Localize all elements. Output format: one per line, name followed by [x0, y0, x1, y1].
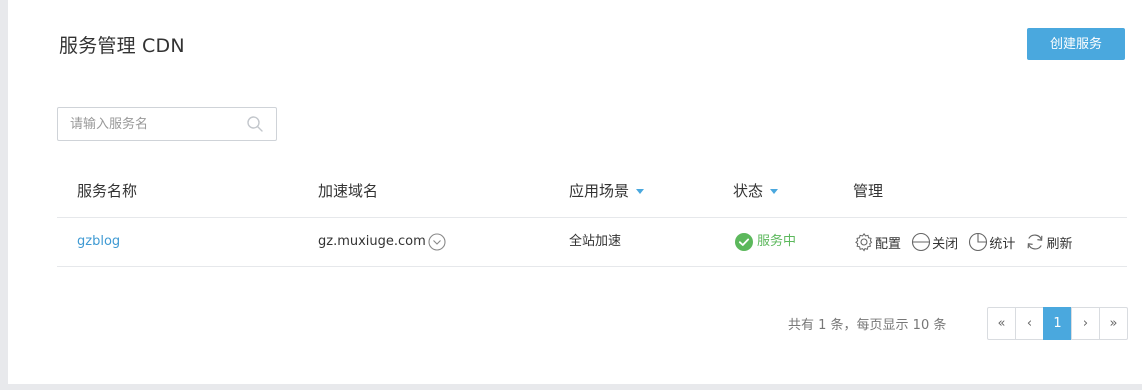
page-1-button[interactable]: 1 [1043, 307, 1072, 340]
column-header-manage: 管理 [853, 182, 884, 200]
first-page-button[interactable]: « [987, 307, 1016, 340]
minus-circle-icon [912, 232, 931, 252]
gear-icon [855, 232, 873, 252]
close-action[interactable]: 关闭 [911, 232, 958, 252]
main-panel: 服务管理 CDN 创建服务 服务名称 加速域名 应用场景 状态 管理 gzblo… [8, 0, 1142, 384]
pagination: « ‹ 1 › » [987, 307, 1128, 340]
status-badge: 服务中 [757, 234, 797, 249]
pagination-summary: 共有 1 条，每页显示 10 条 [788, 318, 947, 333]
column-header-status-filter[interactable]: 状态 [733, 180, 779, 201]
table-header-divider [57, 217, 1127, 218]
domain-text: gz.muxiuge.com [318, 234, 426, 249]
create-service-button[interactable]: 创建服务 [1027, 28, 1125, 60]
check-circle-icon [735, 232, 753, 251]
domain-cell: gz.muxiuge.com [318, 232, 446, 252]
caret-down-icon [770, 189, 779, 194]
column-header-domain: 加速域名 [318, 182, 379, 200]
refresh-icon [1028, 234, 1043, 250]
caret-down-icon [636, 189, 645, 194]
stats-action[interactable]: 统计 [968, 232, 1015, 252]
column-header-service-name: 服务名称 [77, 182, 138, 200]
last-page-button[interactable]: » [1099, 307, 1128, 340]
table-row-divider [57, 266, 1127, 267]
prev-page-button[interactable]: ‹ [1015, 307, 1044, 340]
column-header-scenario-filter[interactable]: 应用场景 [569, 180, 645, 201]
table-row: gzblog [77, 232, 120, 252]
next-page-button[interactable]: › [1071, 307, 1100, 340]
search-input[interactable] [58, 108, 250, 140]
service-name-link[interactable]: gzblog [77, 234, 120, 249]
pie-chart-icon [969, 232, 988, 252]
search-box [57, 107, 277, 141]
chevron-down-circle-icon[interactable] [428, 232, 446, 251]
refresh-action[interactable]: 刷新 [1025, 232, 1072, 252]
row-actions: 配置 关闭 统计 刷新 [854, 232, 1078, 256]
page-title: 服务管理 CDN [59, 35, 185, 57]
search-icon[interactable] [246, 115, 264, 133]
config-action[interactable]: 配置 [854, 232, 901, 252]
status-cell: 服务中 [735, 232, 796, 252]
scenario-cell: 全站加速 [569, 234, 622, 249]
